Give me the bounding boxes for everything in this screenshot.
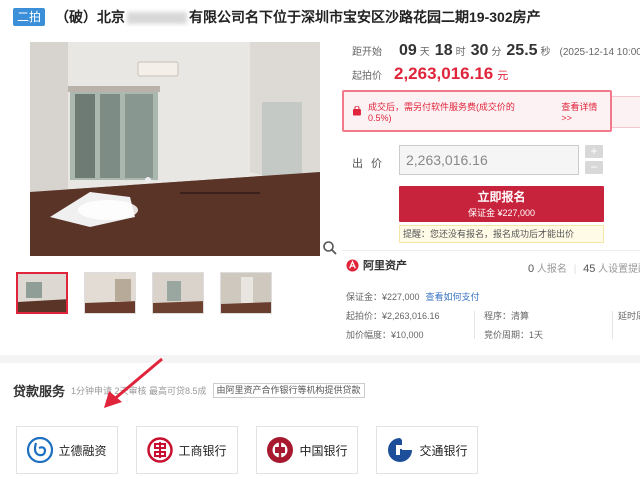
reminder-count-label: 人设置提醒 [598,264,640,275]
meta-delay: 延时周 [618,311,640,321]
title-prefix: （破）北京 [55,9,126,25]
deposit-info: 保证金：¥227,000 查看如何支付 [346,290,480,303]
bag-icon [352,106,361,116]
meta-procedure: 程序：清算 [484,311,530,321]
title-bar: 二拍 （破）北京 有限公司名下位于深圳市宝安区沙路花园二期19-302房产 [0,0,640,34]
countdown-hours-unit: 时 [455,47,466,58]
countdown-seconds: 25.5 [506,42,538,59]
countdown-seconds-unit: 秒 [540,47,551,58]
bank-list: 立德融资 工商银行 中国银行 交通银行 [16,426,478,474]
signup-button[interactable]: 立即报名 保证金 ¥227,000 [399,186,604,222]
bank-name: 工商银行 [178,443,227,458]
redacted-text [127,12,188,25]
boc-logo-icon [267,437,294,463]
deposit-text: 保证金：¥227,000 [346,292,420,302]
bank-name: 中国银行 [299,443,348,458]
page-title: （破）北京 有限公司名下位于深圳市宝安区沙路花园二期19-302房产 [55,7,541,27]
thumbnail-2[interactable] [84,272,136,314]
auction-page: 二拍 （破）北京 有限公司名下位于深圳市宝安区沙路花园二期19-302房产 距开… [0,0,640,479]
bid-amount-input[interactable]: 2,263,016.16 [399,145,579,175]
meta-start-price: 起拍价：¥2,263,016.16 [346,311,440,321]
how-to-pay-link[interactable]: 查看如何支付 [426,292,480,302]
thumbnail-1[interactable] [16,272,68,314]
notice-extension [612,96,640,128]
bank-card-boc[interactable]: 中国银行 [256,426,358,474]
auction-stats: 0 人报名 | 45 人设置提醒 [528,260,640,275]
zoom-icon[interactable] [322,240,338,256]
thumbnail-4[interactable] [220,272,272,314]
countdown-minutes: 30 [470,42,489,59]
signup-button-label: 立即报名 [477,190,526,204]
meta-divider-2 [612,311,613,339]
bid-label: 出价 [352,158,390,170]
loan-service-header: 贷款服务 1分钟申请 2天审核 最高可贷8.5成 由阿里资产合作银行等机构提供贷… [13,381,365,400]
countdown-minutes-unit: 分 [491,47,502,58]
start-price-row: 起拍价 2,263,016.16 元 [352,64,508,84]
signup-deposit-label: 保证金 ¥227,000 [467,208,536,218]
start-price-label: 起拍价 [352,71,382,82]
signup-count-label: 人报名 [536,264,567,275]
bank-card-lide[interactable]: 立德融资 [16,426,118,474]
auction-round-badge: 二拍 [13,8,46,26]
section-separator [0,355,640,363]
ali-asset-logo-icon [346,258,359,272]
meta-divider-1 [474,311,475,339]
lide-logo-icon [27,437,54,463]
main-property-photo[interactable] [30,42,320,256]
reminder-count: 45 [583,263,596,275]
loan-provider-badge: 由阿里资产合作银行等机构提供贷款 [212,383,365,398]
countdown-days: 09 [399,42,417,59]
signup-reminder-tip: 提醒：您还没有报名，报名成功后才能出价 [399,225,604,243]
bank-card-bocom[interactable]: 交通银行 [376,426,478,474]
bid-decrease-button[interactable]: − [585,161,603,174]
view-details-link[interactable]: 查看详情 >> [561,100,610,123]
auction-info-panel: 距开始 09 天 18 时 30 分 25.5 秒 (2025-12-14 10… [342,34,640,364]
platform-name: 阿里资产 [363,260,407,272]
meta-cycle: 竞价周期：1天 [484,330,544,340]
bank-name: 立德融资 [58,443,107,458]
countdown-label: 距开始 [352,47,382,58]
countdown-hours: 18 [434,42,453,59]
start-price-unit: 元 [497,70,509,82]
annotation-arrow-icon [104,357,163,408]
icbc-logo-icon [147,437,174,463]
bid-increase-button[interactable]: + [585,145,603,158]
meta-increment: 加价幅度：¥10,000 [346,330,424,340]
bank-card-icbc[interactable]: 工商银行 [136,426,238,474]
start-time: (2025-12-14 10:00开拍) [559,47,640,58]
countdown: 距开始 09 天 18 时 30 分 25.5 秒 (2025-12-14 10… [352,42,640,60]
thumbnail-3[interactable] [152,272,204,314]
room-photo-illustration [30,42,320,256]
service-fee-text: 成交后，需另付软件服务费(成交价的0.5%) [367,101,515,123]
signup-count: 0 [528,263,535,275]
loan-service-title: 贷款服务 [13,384,66,399]
title-suffix: 有限公司名下位于深圳市宝安区沙路花园二期19-302房产 [189,9,541,25]
service-fee-notice: 成交后，需另付软件服务费(成交价的0.5%) 查看详情 >> [342,90,612,132]
divider [342,250,640,251]
countdown-days-unit: 天 [419,47,430,58]
bocom-logo-icon [388,438,413,462]
bank-name: 交通银行 [419,443,468,458]
thumbnail-strip [16,272,272,314]
start-price-value: 2,263,016.16 [394,64,494,83]
platform-logo: 阿里资产 [346,257,407,273]
